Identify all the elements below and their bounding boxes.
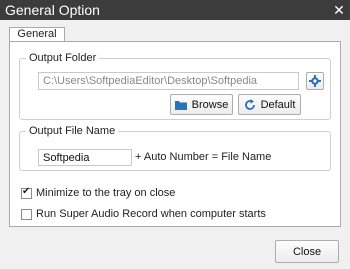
folder-icon [174,100,187,110]
run-on-startup-label: Run Super Audio Record when computer sta… [36,208,266,220]
output-folder-group: Output Folder C:\Users\SoftpediaEditor\D… [19,52,331,120]
check-mark-icon: ✔ [22,186,31,197]
minimize-to-tray-label: Minimize to the tray on close [36,187,176,199]
default-button-label: Default [260,98,296,111]
output-file-name-legend: Output File Name [26,125,119,137]
tab-panel-general: Output Folder C:\Users\SoftpediaEditor\D… [9,41,341,227]
close-button[interactable]: Close [275,240,339,263]
window-close-button[interactable]: ✕ [328,0,350,20]
window-title: General Option [5,2,100,18]
output-folder-legend: Output Folder [26,52,100,64]
browse-button-label: Browse [191,98,229,111]
folder-settings-button[interactable] [306,72,324,90]
run-on-startup-checkbox[interactable] [21,209,32,220]
refresh-icon [244,98,255,110]
general-option-window: General Option ✕ General Output Folder C… [0,0,350,269]
output-file-name-group: Output File Name Softpedia + Auto Number… [19,125,331,171]
default-button[interactable]: Default [238,94,301,115]
gear-icon [309,75,321,87]
browse-button[interactable]: Browse [170,94,233,115]
file-name-suffix-text: + Auto Number = File Name [135,151,272,163]
output-file-name-field[interactable]: Softpedia [38,149,132,166]
minimize-to-tray-checkbox[interactable]: ✔ [21,186,32,199]
tab-general[interactable]: General [9,27,65,41]
close-button-label: Close [292,245,322,258]
title-bar: General Option ✕ [0,0,350,20]
output-folder-path-field[interactable]: C:\Users\SoftpediaEditor\Desktop\Softped… [38,72,299,90]
